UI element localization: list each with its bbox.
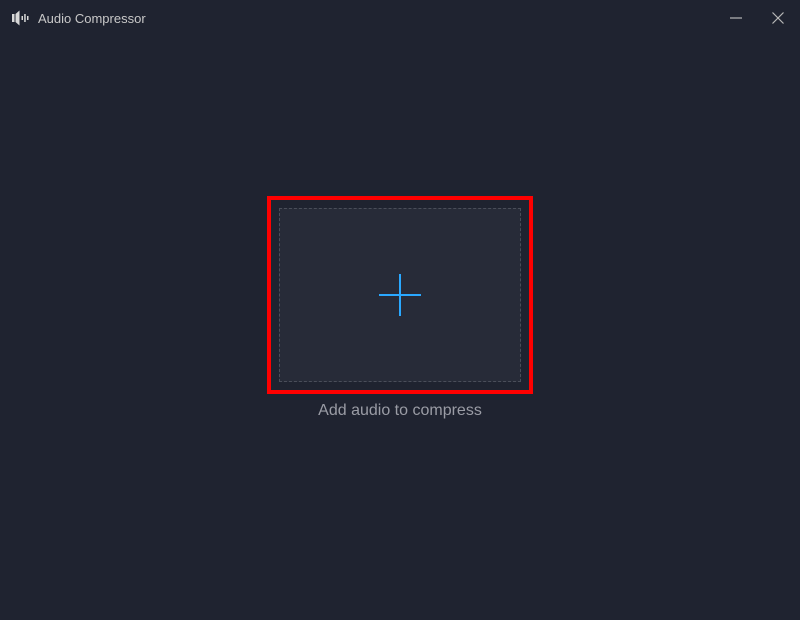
audio-compressor-icon <box>12 9 30 27</box>
close-button[interactable] <box>768 8 788 28</box>
main-content: Add audio to compress <box>0 36 800 620</box>
minimize-icon <box>729 11 743 25</box>
plus-icon <box>377 272 423 318</box>
titlebar-right <box>726 8 788 28</box>
add-audio-dropzone[interactable] <box>279 208 521 382</box>
app-title: Audio Compressor <box>38 11 146 26</box>
close-icon <box>771 11 785 25</box>
minimize-button[interactable] <box>726 8 746 28</box>
dropzone-highlight <box>267 196 533 394</box>
instruction-text: Add audio to compress <box>318 402 482 420</box>
titlebar: Audio Compressor <box>0 0 800 36</box>
titlebar-left: Audio Compressor <box>12 9 146 27</box>
